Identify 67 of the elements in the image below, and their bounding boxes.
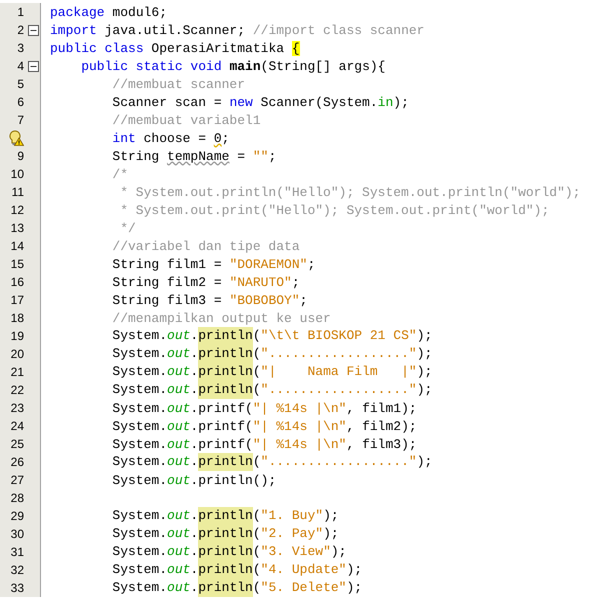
line-number: 31 (10, 545, 24, 559)
code-line: package modul6; (50, 4, 168, 20)
line-number: 3 (17, 41, 24, 55)
line-number: 19 (10, 329, 24, 343)
line-number: 20 (10, 347, 24, 361)
code-line: System.out.println("3. View"); (112, 543, 346, 561)
line-number: 11 (12, 185, 24, 199)
code-line: int choose = 0; (112, 130, 230, 146)
collapse-icon[interactable] (28, 24, 38, 36)
line-number: 16 (10, 275, 24, 289)
line-number: 5 (17, 77, 24, 91)
code-line: System.out.println(".................."); (112, 345, 432, 363)
line-number: 15 (10, 257, 24, 271)
code-line: //menampilkan output ke user (112, 310, 331, 326)
code-line: public class OperasiAritmatika { (50, 40, 300, 56)
code-line: /* (112, 166, 128, 182)
line-number: 6 (17, 95, 24, 109)
code-line: //membuat variabel1 (112, 112, 261, 128)
code-line: import java.util.Scanner; //import class scanner (50, 22, 424, 38)
line-number: 26 (10, 455, 24, 469)
line-number: 9 (17, 149, 24, 163)
line-number: 21 (10, 365, 24, 379)
code-line: * System.out.print("Hello"); System.out.print("world"); (119, 202, 550, 218)
line-number: 25 (10, 437, 24, 451)
code-line: System.out.println("4. Update"); (112, 561, 362, 579)
code-line: String film2 = "NARUTO"; (112, 274, 300, 290)
line-number: 28 (10, 491, 24, 505)
code-line: System.out.println("\t\t BIOSKOP 21 CS"); (112, 327, 432, 345)
line-number: 12 (10, 203, 24, 217)
line-number: 18 (10, 311, 24, 325)
line-number: 1 (17, 5, 24, 19)
code-line: System.out.println(".................."); (112, 381, 432, 399)
code-line: */ (119, 220, 136, 236)
code-line: System.out.println(); (112, 472, 276, 488)
code-line: System.out.println("2. Pay"); (112, 525, 339, 543)
code-line: String film3 = "BOBOBOY"; (112, 292, 308, 308)
line-number: 4 (17, 59, 24, 73)
code-line: //membuat scanner (112, 76, 246, 92)
line-number: 10 (10, 167, 24, 181)
code-line: System.out.println(".................."); (112, 453, 432, 471)
line-number: 22 (10, 383, 24, 397)
line-number: 17 (10, 293, 24, 307)
line-number: 13 (10, 221, 24, 235)
line-number: 24 (10, 419, 24, 433)
line-number: 23 (10, 401, 24, 415)
line-number: 32 (10, 563, 24, 577)
code-line: * System.out.println("Hello"); System.out.println("world"); (119, 184, 580, 200)
code-line: System.out.printf("| %14s |\n", film1); (112, 400, 417, 416)
code-line: System.out.println("| Nama Film |"); (112, 363, 432, 381)
line-number: 33 (10, 581, 24, 595)
code-line: Scanner scan = new Scanner(System.in); (112, 94, 409, 110)
code-line: public static void main(String[] args){ (81, 58, 386, 74)
line-number: 14 (10, 239, 24, 253)
line-number: 7 (17, 113, 24, 127)
line-number: 27 (10, 473, 24, 487)
line-number: 2 (17, 23, 24, 37)
code-line: String tempName = ""; (112, 148, 276, 164)
code-line: String film1 = "DORAEMON"; (112, 256, 316, 272)
code-line: System.out.println("1. Buy"); (112, 507, 339, 525)
code-line: //variabel dan tipe data (112, 238, 300, 254)
lightbulb-warning-icon[interactable] (8, 130, 24, 146)
line-number: 29 (10, 509, 24, 523)
collapse-icon[interactable] (28, 60, 38, 72)
code-line: System.out.printf("| %14s |\n", film3); (112, 436, 417, 452)
code-line: System.out.println("5. Delete"); (112, 579, 362, 597)
code-line: System.out.printf("| %14s |\n", film2); (112, 418, 417, 434)
line-number: 30 (10, 527, 24, 541)
